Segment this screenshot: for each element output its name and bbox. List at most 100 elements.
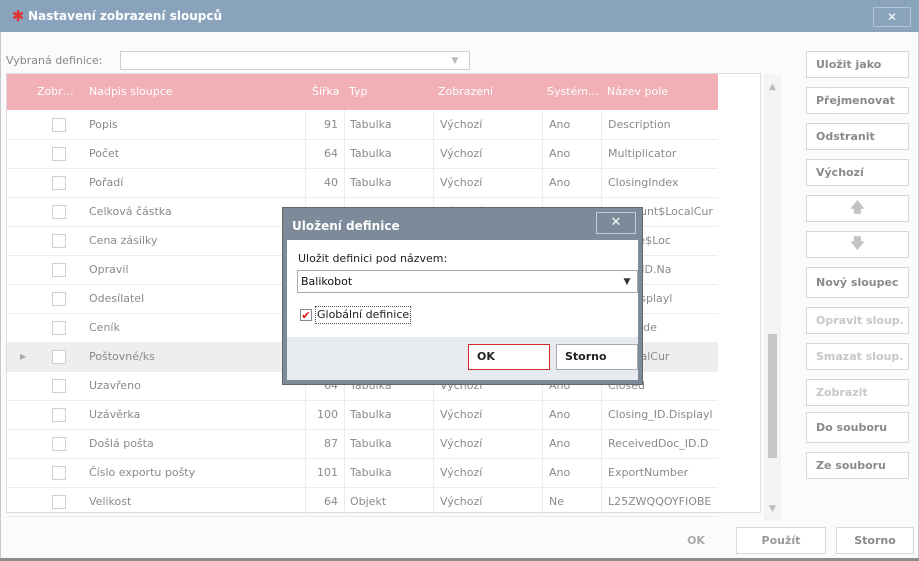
row-visible-checkbox[interactable] [52, 408, 66, 422]
row-visible-checkbox[interactable] [52, 495, 66, 509]
column-header-title[interactable]: Nadpis sloupce [89, 74, 289, 110]
table-row[interactable]: Pořadí 40 Tabulka Výchozí Ano ClosingIndex [7, 168, 718, 198]
cell-display[interactable]: Výchozí [433, 110, 541, 139]
cell-field[interactable]: ReceivedDoc_ID.D [601, 429, 717, 458]
cell-system[interactable]: Ano [542, 139, 600, 168]
cell-title[interactable]: Velikost [89, 487, 304, 516]
cell-system[interactable]: Ano [542, 429, 600, 458]
cell-display[interactable]: Výchozí [433, 458, 541, 487]
cell-type[interactable]: Tabulka [344, 429, 432, 458]
cell-width[interactable]: 87 [305, 429, 341, 458]
column-header-type[interactable]: Typ [349, 74, 429, 110]
cell-title[interactable]: Pořadí [89, 168, 304, 197]
cancel-button[interactable]: Storno [836, 527, 914, 554]
chevron-down-icon[interactable]: ▼ [448, 54, 462, 68]
dialog-cancel-button[interactable]: Storno [556, 344, 638, 370]
row-visible-checkbox[interactable] [52, 263, 66, 277]
show-column-button[interactable]: Zobrazit sloup. [806, 379, 909, 424]
definition-select[interactable] [120, 51, 470, 70]
cell-display[interactable]: Výchozí [433, 168, 541, 197]
edit-column-button[interactable]: Opravit sloup. [806, 307, 909, 334]
row-visible-checkbox[interactable] [52, 176, 66, 190]
cell-title[interactable]: Poštovné/ks [89, 342, 304, 371]
ok-button[interactable]: OK [658, 527, 734, 554]
to-file-button[interactable]: Do souboru [806, 412, 909, 443]
cell-field[interactable]: Multiplicator [601, 139, 717, 168]
row-visible-checkbox[interactable] [52, 147, 66, 161]
cell-title[interactable]: Cena zásilky [89, 226, 304, 255]
cell-field[interactable]: ExportNumber [601, 458, 717, 487]
cell-type[interactable]: Tabulka [344, 168, 432, 197]
delete-column-button[interactable]: Smazat sloup. [806, 343, 909, 370]
cell-title[interactable]: Číslo exportu pošty [89, 458, 304, 487]
cell-system[interactable]: Ne [542, 487, 600, 516]
dialog-close-button[interactable]: ✕ [596, 212, 636, 234]
column-header-display[interactable]: Zobrazení [438, 74, 533, 110]
cell-title[interactable]: Počet [89, 139, 304, 168]
cell-type[interactable]: Tabulka [344, 139, 432, 168]
remove-button[interactable]: Odstranit [806, 123, 909, 150]
cell-title[interactable]: Uzavřeno [89, 371, 304, 400]
cell-field[interactable]: Description [601, 110, 717, 139]
rename-button[interactable]: Přejmenovat [806, 87, 909, 114]
cell-field[interactable]: ClosingIndex [601, 168, 717, 197]
row-visible-checkbox[interactable] [52, 437, 66, 451]
row-visible-checkbox[interactable] [52, 234, 66, 248]
cell-field[interactable]: Closing_ID.Displayl [601, 400, 717, 429]
global-definition-label[interactable]: Globální definice [315, 306, 412, 324]
row-visible-checkbox[interactable] [52, 292, 66, 306]
scroll-down-icon[interactable]: ▼ [764, 498, 781, 520]
row-visible-checkbox[interactable] [52, 350, 66, 364]
row-visible-checkbox[interactable] [52, 205, 66, 219]
row-visible-checkbox[interactable] [52, 466, 66, 480]
cell-system[interactable]: Ano [542, 110, 600, 139]
cell-title[interactable]: Uzávěrka [89, 400, 304, 429]
column-header-width[interactable]: Šířka [312, 74, 348, 110]
dialog-ok-button[interactable]: OK [468, 344, 550, 370]
scroll-up-icon[interactable]: ▲ [764, 76, 781, 98]
cell-title[interactable]: Došlá pošta [89, 429, 304, 458]
table-row[interactable]: Počet 64 Tabulka Výchozí Ano Multiplicator [7, 139, 718, 169]
cell-width[interactable]: 64 [305, 139, 341, 168]
row-visible-checkbox[interactable] [52, 321, 66, 335]
cell-title[interactable]: Celková částka [89, 197, 304, 226]
cell-title[interactable]: Ceník [89, 313, 304, 342]
cell-display[interactable]: Výchozí [433, 429, 541, 458]
cell-type[interactable]: Tabulka [344, 458, 432, 487]
table-row[interactable]: Číslo exportu pošty 101 Tabulka Výchozí Ano E… [7, 458, 718, 488]
new-column-button[interactable]: Nový sloupec [806, 267, 909, 298]
from-file-button[interactable]: Ze souboru [806, 452, 909, 479]
cell-display[interactable]: Výchozí [433, 400, 541, 429]
move-up-button[interactable]: 🡅 [806, 195, 909, 222]
cell-field[interactable]: L25ZWQQOYFIOBE [601, 487, 717, 516]
cell-width[interactable]: 64 [305, 487, 341, 516]
cell-display[interactable]: Výchozí [433, 487, 541, 516]
column-header-field-name[interactable]: Název pole [607, 74, 715, 110]
column-header-visible[interactable]: Zobr… [37, 74, 77, 110]
cell-title[interactable]: Popis [89, 110, 304, 139]
table-row[interactable]: Uzávěrka 100 Tabulka Výchozí Ano Closing_ID.D… [7, 400, 718, 430]
cell-type[interactable]: Tabulka [344, 110, 432, 139]
cell-type[interactable]: Tabulka [344, 400, 432, 429]
cell-width[interactable]: 40 [305, 168, 341, 197]
column-header-system[interactable]: Systém… [547, 74, 599, 110]
cell-title[interactable]: Opravil [89, 255, 304, 284]
scrollbar-thumb[interactable] [768, 334, 777, 458]
chevron-down-icon[interactable]: ▼ [620, 275, 634, 289]
table-row[interactable]: Došlá pošta 87 Tabulka Výchozí Ano ReceivedDo… [7, 429, 718, 459]
table-row[interactable]: Velikost 64 Objekt Výchozí Ne L25ZWQQOYFIOBE [7, 487, 718, 517]
default-button[interactable]: Výchozí [806, 159, 909, 186]
row-visible-checkbox[interactable] [52, 379, 66, 393]
table-row[interactable]: Popis 91 Tabulka Výchozí Ano Description [7, 110, 718, 140]
global-definition-checkbox[interactable]: ✔ [300, 309, 312, 321]
cell-display[interactable]: Výchozí [433, 139, 541, 168]
move-down-button[interactable]: 🡇 [806, 231, 909, 258]
cell-title[interactable]: Odesílatel [89, 284, 304, 313]
definition-name-value[interactable]: Balikobot [301, 270, 352, 293]
cell-type[interactable]: Objekt [344, 487, 432, 516]
apply-button[interactable]: Použít [736, 527, 826, 554]
cell-width[interactable]: 91 [305, 110, 341, 139]
cell-width[interactable]: 100 [305, 400, 341, 429]
save-as-button[interactable]: Uložit jako [806, 51, 909, 78]
cell-system[interactable]: Ano [542, 400, 600, 429]
